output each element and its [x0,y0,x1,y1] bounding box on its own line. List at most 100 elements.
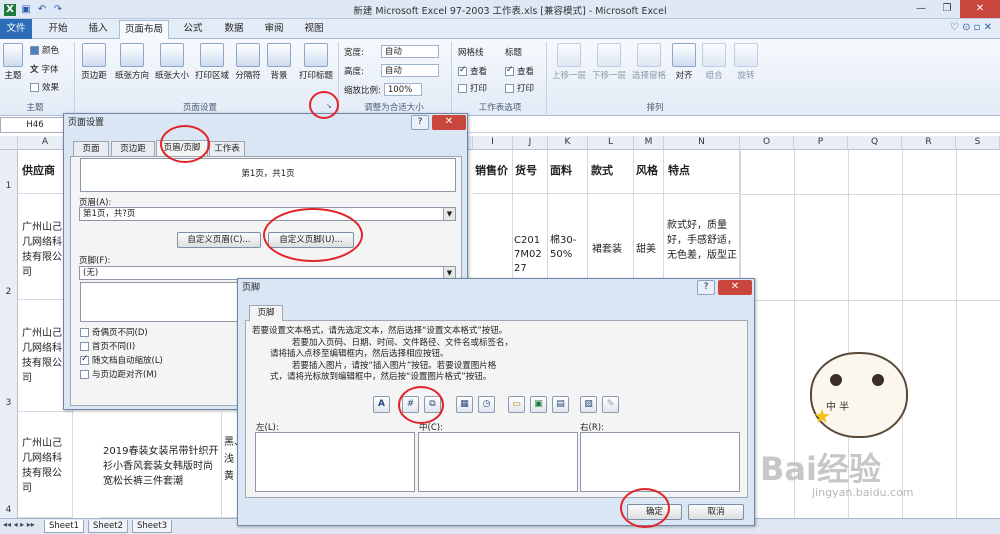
height-select[interactable]: 自动 [380,64,439,77]
redo-icon[interactable]: ↷ [52,4,64,16]
tab-home[interactable]: 开始 [40,20,76,39]
cell-l1[interactable]: 款式 [588,150,634,194]
insert-time-icon[interactable]: ◷ [478,396,495,413]
themes-button[interactable]: 主题 [2,43,24,81]
cell-j1[interactable]: 货号 [513,150,548,194]
tab-data[interactable]: 数据 [216,20,252,39]
save-icon[interactable]: ▣ [20,4,32,16]
tab-sheet[interactable]: 工作表 [209,141,245,156]
insert-date-icon[interactable]: ▦ [456,396,473,413]
row-header-1[interactable]: 1 [0,150,18,194]
name-box[interactable]: H46 [0,117,70,133]
column-header-p[interactable]: P [794,136,848,150]
column-header-i[interactable]: I [473,136,513,150]
headings-view-checkbox[interactable]: 查看 [505,65,534,77]
print-area-button[interactable]: 打印区域 [192,43,232,81]
tab-view[interactable]: 视图 [296,20,332,39]
close-icon[interactable]: ✕ [960,0,1000,18]
column-header-j[interactable]: J [513,136,548,150]
theme-effects-button[interactable]: 效果 [30,81,59,93]
right-section-editor[interactable] [580,432,740,492]
restore-icon[interactable]: ❐ [934,0,960,18]
column-header-m[interactable]: M [634,136,664,150]
column-header-q[interactable]: Q [848,136,902,150]
orientation-button[interactable]: 纸张方向 [112,43,152,81]
insert-picture-icon[interactable]: ▧ [580,396,597,413]
width-control[interactable]: 宽度: 自动 [344,45,439,58]
cell-m1[interactable]: 风格 [634,150,664,194]
bring-forward-button[interactable]: 上移一层 [550,43,588,81]
first-page-checkbox[interactable]: 首页不同(I) [80,340,135,352]
height-control[interactable]: 高度: 自动 [344,64,439,77]
gridlines-view-checkbox[interactable]: 查看 [458,65,487,77]
cell-a4[interactable]: 广州山己几网络科技有限公司 [18,412,73,518]
scale-control[interactable]: 缩放比例: 100% [344,83,422,96]
align-button[interactable]: 对齐 [672,43,696,81]
cell-k1[interactable]: 面料 [548,150,588,194]
send-backward-button[interactable]: 下移一层 [590,43,628,81]
breaks-button[interactable]: 分隔符 [233,43,263,81]
undo-icon[interactable]: ↶ [36,4,48,16]
column-header-s[interactable]: S [956,136,1000,150]
group-button[interactable]: 组合 [702,43,726,81]
chevron-down-icon[interactable]: ▼ [443,208,455,220]
width-select[interactable]: 自动 [380,45,439,58]
insert-filename-icon[interactable]: ▣ [530,396,547,413]
column-header-l[interactable]: L [588,136,634,150]
gridlines-print-checkbox[interactable]: 打印 [458,82,487,94]
scale-with-doc-checkbox[interactable]: 随文档自动缩放(L) [80,354,163,366]
format-text-icon[interactable]: A [373,396,390,413]
selection-pane-button[interactable]: 选择窗格 [630,43,668,81]
row-header-3[interactable]: 3 [0,300,18,412]
help-icon[interactable]: ? [697,280,715,295]
custom-header-button[interactable]: 自定义页眉(C)... [177,232,261,248]
insert-path-icon[interactable]: ▭ [508,396,525,413]
help-icon[interactable]: ♡ ⊙ ▫ ✕ [950,22,992,33]
select-all-corner[interactable] [0,136,18,150]
tab-file[interactable]: 文件 [0,19,32,39]
header-select[interactable]: 第1页，共?页 ▼ [79,207,456,221]
tab-insert[interactable]: 插入 [80,20,116,39]
close-icon[interactable]: ✕ [718,280,752,295]
cell-i1[interactable]: 销售价 [473,150,513,194]
tab-review[interactable]: 审阅 [256,20,292,39]
cancel-button[interactable]: 取消 [688,504,744,520]
row-header-4[interactable]: 4 [0,412,18,518]
headings-print-checkbox[interactable]: 打印 [505,82,534,94]
format-picture-icon[interactable]: ✎ [602,396,619,413]
sheet-nav-icon[interactable]: ◂◂ ◂ ▸ ▸▸ [3,520,35,529]
size-button[interactable]: 纸张大小 [154,43,190,81]
row-header-2[interactable]: 2 [0,194,18,300]
background-button[interactable]: 背景 [266,43,292,81]
sheet-tab-1[interactable]: Sheet1 [44,520,84,533]
column-header-k[interactable]: K [548,136,588,150]
theme-colors-button[interactable]: 颜色 [30,44,59,56]
cell-n1[interactable]: 特点 [664,150,740,194]
close-icon[interactable]: ✕ [432,115,466,130]
help-icon[interactable]: ? [411,115,429,130]
margins-button[interactable]: 页边距 [80,43,108,81]
column-header-r[interactable]: R [902,136,956,150]
sheet-tab-3[interactable]: Sheet3 [132,520,172,533]
insert-sheet-name-icon[interactable]: ▤ [552,396,569,413]
header-preview: 第1页，共1页 [80,158,456,192]
theme-fonts-button[interactable]: 文字体 [30,63,59,75]
column-header-o[interactable]: O [740,136,794,150]
sheet-tab-2[interactable]: Sheet2 [88,520,128,533]
tab-page-layout[interactable]: 页面布局 [119,20,169,39]
center-section-editor[interactable] [418,432,578,492]
tab-formulas[interactable]: 公式 [175,20,211,39]
tab-page[interactable]: 页面 [73,141,109,156]
minimize-icon[interactable]: — [908,0,934,18]
scale-input[interactable]: 100% [383,83,422,96]
odd-even-checkbox[interactable]: 奇偶页不同(D) [80,326,148,338]
tab-margins[interactable]: 页边距 [111,141,155,156]
tab-footer[interactable]: 页脚 [249,305,283,321]
cell-b4[interactable]: 2019春装女装吊带针织开衫小香风套装女韩版时尚宽松长裤三件套潮 [100,412,222,518]
left-section-editor[interactable] [255,432,415,492]
rotate-button[interactable]: 旋转 [734,43,758,81]
cell-c4[interactable]: 黑、浅黄 [222,412,238,518]
column-header-n[interactable]: N [664,136,740,150]
print-titles-button[interactable]: 打印标题 [296,43,336,81]
align-margins-checkbox[interactable]: 与页边距对齐(M) [80,368,157,380]
